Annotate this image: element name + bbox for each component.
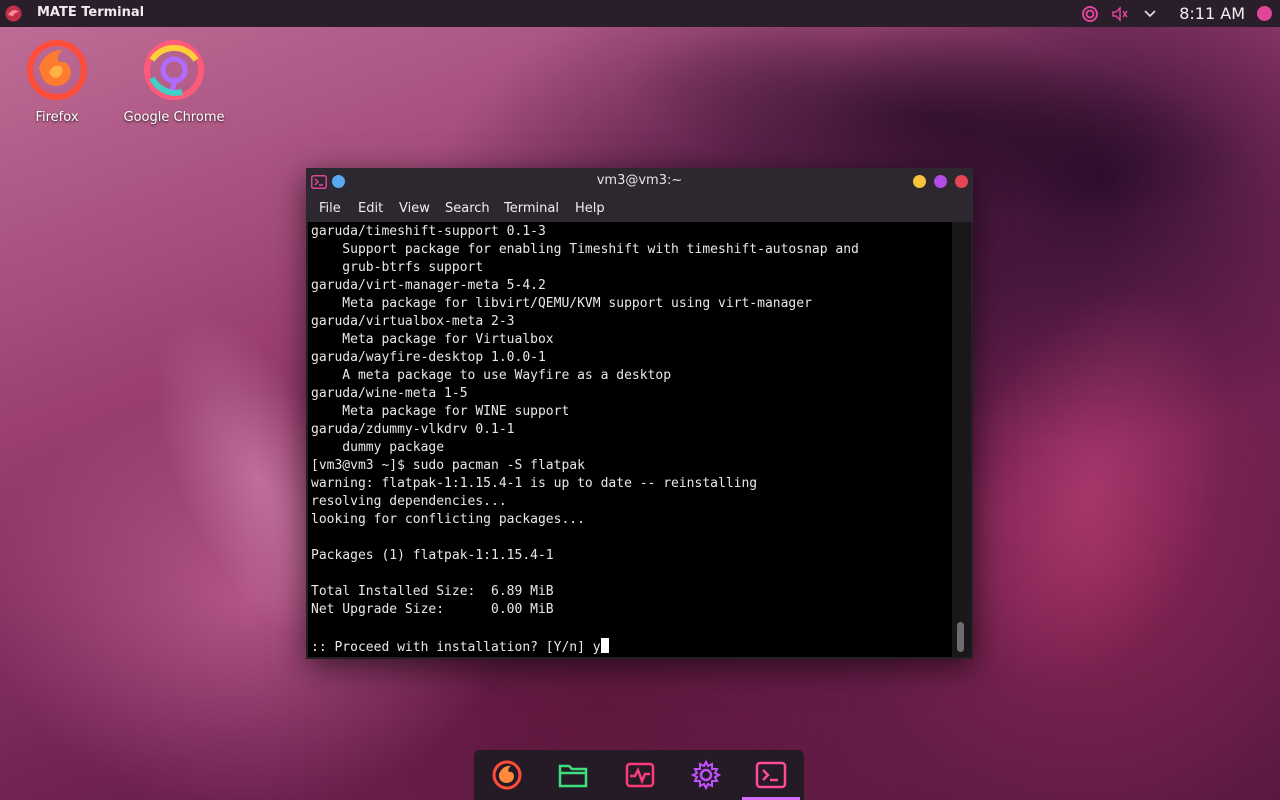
chevron-down-icon[interactable]: [1139, 3, 1161, 25]
firefox-icon: [492, 760, 522, 790]
menu-bar: File Edit View Search Terminal Help: [306, 195, 973, 222]
menu-search[interactable]: Search: [445, 201, 490, 216]
garuda-logo-icon[interactable]: [4, 4, 23, 23]
terminal-line: warning: flatpak-1:1.15.4-1 is up to dat…: [311, 476, 758, 491]
terminal-line: garuda/wayfire-desktop 1.0.0-1: [311, 350, 546, 365]
system-tray: 8:11 AM: [1071, 0, 1280, 27]
terminal-output[interactable]: garuda/timeshift-support 0.1-3 Support p…: [308, 222, 952, 657]
dock-item-terminal[interactable]: [754, 758, 788, 792]
terminal-prompt-line[interactable]: :: Proceed with installation? [Y/n] y: [308, 637, 952, 657]
scrollbar[interactable]: [952, 222, 971, 657]
terminal-line: garuda/wine-meta 1-5: [311, 386, 468, 401]
menu-edit[interactable]: Edit: [358, 201, 383, 216]
terminal-line: A meta package to use Wayfire as a deskt…: [311, 368, 672, 383]
terminal-line: Net Upgrade Size: 0.00 MiB: [311, 602, 554, 617]
update-notifier-icon[interactable]: [1079, 3, 1101, 25]
system-monitor-icon: [625, 762, 655, 788]
desktop-icon-firefox[interactable]: Firefox: [2, 38, 112, 125]
terminal-line: garuda/virtualbox-meta 2-3: [311, 314, 515, 329]
menu-help[interactable]: Help: [575, 201, 605, 216]
maximize-button[interactable]: [934, 175, 947, 188]
terminal-lines: garuda/timeshift-support 0.1-3 Support p…: [308, 222, 952, 637]
text-cursor: [600, 638, 609, 653]
terminal-line: Packages (1) flatpak-1:1.15.4-1: [311, 548, 554, 563]
desktop-icon-label: Firefox: [35, 110, 79, 125]
terminal-line: resolving dependencies...: [311, 494, 507, 509]
menu-terminal[interactable]: Terminal: [504, 201, 559, 216]
settings-icon: [690, 759, 722, 791]
terminal-line: looking for conflicting packages...: [311, 512, 585, 527]
terminal-line: Support package for enabling Timeshift w…: [311, 242, 859, 257]
terminal-line: garuda/zdummy-vlkdrv 0.1-1: [311, 422, 515, 437]
window-title: vm3@vm3:~: [596, 173, 683, 188]
menu-view[interactable]: View: [399, 201, 430, 216]
volume-muted-icon[interactable]: [1109, 3, 1131, 25]
terminal-line: Meta package for WINE support: [311, 404, 570, 419]
dock-item-system-monitor[interactable]: [623, 758, 657, 792]
close-button[interactable]: [955, 175, 968, 188]
terminal-line: Meta package for libvirt/QEMU/KVM suppor…: [311, 296, 812, 311]
minimize-button[interactable]: [913, 175, 926, 188]
user-avatar-icon[interactable]: [1257, 6, 1272, 21]
active-app-title: MATE Terminal: [37, 5, 145, 20]
chrome-icon: [144, 40, 204, 100]
terminal-line: garuda/virt-manager-meta 5-4.2: [311, 278, 546, 293]
terminal-window: vm3@vm3:~ File Edit View Search Terminal…: [306, 168, 973, 659]
scrollbar-thumb[interactable]: [957, 622, 964, 652]
terminal-line: [vm3@vm3 ~]$ sudo pacman -S flatpak: [311, 458, 585, 473]
files-icon: [558, 764, 588, 788]
desktop-icon-label: Google Chrome: [123, 110, 225, 125]
terminal-line: garuda/timeshift-support 0.1-3: [311, 224, 546, 239]
dock-item-settings[interactable]: [689, 758, 723, 792]
dock-item-firefox[interactable]: [490, 758, 524, 792]
terminal-line: Total Installed Size: 6.89 MiB: [311, 584, 554, 599]
terminal-line: Meta package for Virtualbox: [311, 332, 554, 347]
menu-file[interactable]: File: [319, 201, 341, 216]
window-titlebar[interactable]: vm3@vm3:~: [306, 168, 973, 195]
terminal-line: grub-btrfs support: [311, 260, 484, 275]
prompt-text: :: Proceed with installation? [Y/n]: [311, 640, 593, 655]
firefox-icon: [27, 40, 87, 100]
clock[interactable]: 8:11 AM: [1179, 4, 1245, 23]
terminal-icon: [755, 761, 787, 789]
dock-item-files[interactable]: [556, 758, 590, 792]
desktop-icon-google-chrome[interactable]: Google Chrome: [119, 38, 229, 125]
top-panel: MATE Terminal 8:11 AM: [0, 0, 1280, 27]
typed-input: y: [592, 640, 601, 655]
terminal-line: dummy package: [311, 440, 445, 455]
dock: [474, 750, 804, 800]
